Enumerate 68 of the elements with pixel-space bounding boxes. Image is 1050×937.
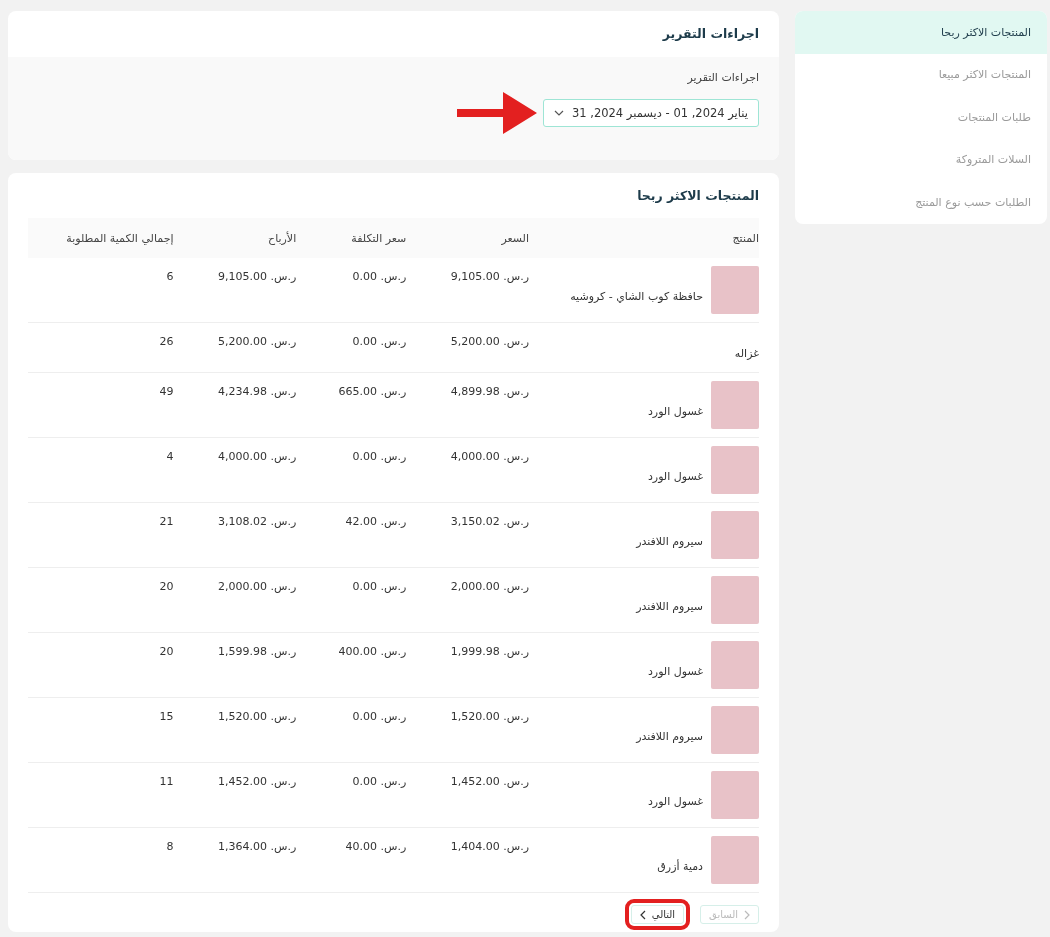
chevron-right-icon bbox=[744, 909, 750, 920]
price-cell: ر.س. 2,000.00 bbox=[450, 580, 529, 593]
price-cell: ر.س. 1,999.98 bbox=[450, 645, 529, 658]
price-cell: ر.س. 1,452.00 bbox=[450, 775, 529, 788]
profit-cell: ر.س. 1,599.98 bbox=[218, 645, 297, 658]
product-name: غزاله bbox=[734, 347, 759, 360]
product-name: سيروم اللافندر bbox=[636, 599, 703, 613]
sidebar-item[interactable]: الطلبات حسب نوع المنتج bbox=[795, 181, 1047, 224]
cost-cell: ر.س. 400.00 bbox=[338, 645, 407, 658]
product-name: حافظة كوب الشاي - كروشيه bbox=[570, 289, 703, 303]
cost-cell: ر.س. 0.00 bbox=[352, 775, 407, 788]
product-name: سيروم اللافندر bbox=[636, 729, 703, 743]
product-name: غسول الورد bbox=[647, 404, 703, 418]
column-header: المنتج bbox=[541, 218, 759, 258]
cost-cell: ر.س. 665.00 bbox=[338, 385, 407, 398]
price-cell: ر.س. 1,404.00 bbox=[450, 840, 529, 853]
profit-cell: ر.س. 9,105.00 bbox=[218, 270, 297, 283]
cost-cell: ر.س. 0.00 bbox=[352, 580, 407, 593]
cost-cell: ر.س. 40.00 bbox=[345, 840, 407, 853]
price-cell: ر.س. 5,200.00 bbox=[450, 335, 529, 348]
profit-cell: ر.س. 2,000.00 bbox=[218, 580, 297, 593]
price-cell: ر.س. 4,899.98 bbox=[450, 385, 529, 398]
sidebar-item[interactable]: السلات المتروكة bbox=[795, 138, 1047, 181]
field-label: اجراءات التقرير bbox=[686, 71, 759, 84]
profit-cell: ر.س. 1,364.00 bbox=[218, 840, 297, 853]
product-name: دمية أزرق bbox=[657, 859, 703, 873]
profit-cell: ر.س. 4,000.00 bbox=[218, 450, 297, 463]
price-cell: ر.س. 3,150.02 bbox=[450, 515, 529, 528]
quantity-cell: 4 bbox=[166, 450, 174, 463]
sidebar-item[interactable]: المنتجات الاكثر مبيعا bbox=[795, 53, 1047, 96]
profit-cell: ر.س. 1,452.00 bbox=[218, 775, 297, 788]
card-title: المنتجات الاكثر ربحا bbox=[636, 187, 759, 205]
quantity-cell: 20 bbox=[159, 645, 174, 658]
profit-cell: ر.س. 4,234.98 bbox=[218, 385, 297, 398]
column-header: سعر التكلفة bbox=[308, 218, 419, 258]
card-title: اجراءات التقرير bbox=[661, 25, 760, 43]
cost-cell: ر.س. 0.00 bbox=[352, 450, 407, 463]
quantity-cell: 26 bbox=[159, 335, 174, 348]
price-cell: ر.س. 4,000.00 bbox=[450, 450, 529, 463]
quantity-cell: 6 bbox=[166, 270, 174, 283]
sidebar-item[interactable]: المنتجات الاكثر ربحا bbox=[795, 11, 1047, 54]
sidebar-item[interactable]: طلبات المنتجات bbox=[795, 96, 1047, 139]
chevron-down-icon bbox=[553, 110, 564, 116]
column-header: السعر bbox=[418, 218, 541, 258]
product-name: غسول الورد bbox=[647, 794, 703, 808]
arrow-icon bbox=[456, 92, 537, 134]
cost-cell: ر.س. 42.00 bbox=[345, 515, 407, 528]
quantity-cell: 21 bbox=[159, 515, 174, 528]
cost-cell: ر.س. 0.00 bbox=[352, 335, 407, 348]
profit-cell: ر.س. 3,108.02 bbox=[218, 515, 297, 528]
column-header: الأرباح bbox=[185, 218, 309, 258]
date-range-dropdown[interactable]: يناير 2024, 01 - ديسمبر 2024, 31 bbox=[542, 99, 759, 127]
quantity-cell: 11 bbox=[159, 775, 174, 788]
column-header: إجمالي الكمية المطلوبة bbox=[28, 218, 186, 258]
cost-cell: ر.س. 0.00 bbox=[352, 710, 407, 723]
price-cell: ر.س. 1,520.00 bbox=[450, 710, 529, 723]
chevron-left-icon bbox=[639, 909, 646, 920]
quantity-cell: 20 bbox=[159, 580, 174, 593]
profit-cell: ر.س. 1,520.00 bbox=[218, 710, 297, 723]
price-cell: ر.س. 9,105.00 bbox=[450, 270, 529, 283]
product-name: غسول الورد bbox=[647, 664, 703, 678]
product-name: غسول الورد bbox=[647, 469, 703, 483]
product-name: سيروم اللافندر bbox=[636, 534, 703, 548]
quantity-cell: 15 bbox=[159, 710, 174, 723]
quantity-cell: 49 bbox=[159, 385, 174, 398]
profit-cell: ر.س. 5,200.00 bbox=[218, 335, 297, 348]
quantity-cell: 8 bbox=[166, 840, 174, 853]
cost-cell: ر.س. 0.00 bbox=[352, 270, 407, 283]
